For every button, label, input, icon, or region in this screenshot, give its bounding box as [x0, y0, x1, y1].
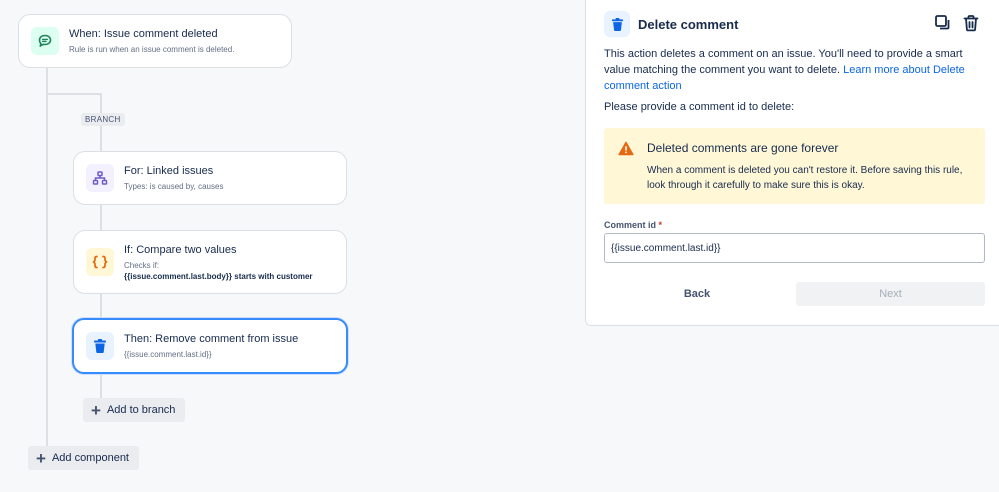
panel-prompt: Please provide a comment id to delete:	[604, 101, 795, 113]
next-button[interactable]: Next	[796, 282, 985, 306]
branch-subtitle: Types: is caused by, causes	[124, 182, 224, 191]
condition-detail: {{issue.comment.last.body}} starts with …	[124, 271, 313, 281]
warning-body: When a comment is deleted you can't rest…	[647, 165, 963, 191]
delete-component-icon[interactable]	[961, 13, 981, 33]
connector-branch-horizontal	[46, 93, 102, 95]
warning-title: Deleted comments are gone forever	[647, 141, 839, 155]
panel-actions	[933, 13, 981, 33]
plus-icon: +	[91, 400, 101, 420]
branch-label: BRANCH	[81, 113, 125, 126]
add-component-label: Add component	[51, 452, 129, 464]
trigger-title: When: Issue comment deleted	[69, 28, 218, 40]
curly-braces-icon	[86, 248, 114, 276]
duplicate-icon[interactable]	[933, 13, 953, 33]
add-to-branch-button[interactable]: + Add to branch	[83, 398, 186, 422]
add-component-button[interactable]: + Add component	[28, 446, 139, 470]
warning-icon	[618, 141, 634, 161]
branch-card[interactable]: For: Linked issues Types: is caused by, …	[73, 151, 347, 205]
warning-message: Deleted comments are gone forever When a…	[604, 128, 985, 204]
branch-title: For: Linked issues	[124, 165, 214, 177]
comment-icon	[31, 27, 59, 55]
condition-card[interactable]: If: Compare two values Checks if: {{issu…	[73, 230, 347, 294]
hierarchy-icon	[86, 164, 114, 192]
rule-canvas: BRANCH When: Issue comment deleted Rule …	[0, 0, 585, 492]
comment-id-label: Comment id *	[604, 220, 662, 230]
back-button[interactable]: Back	[609, 282, 785, 306]
plus-icon: +	[36, 448, 46, 468]
required-mark: *	[658, 220, 663, 230]
action-card[interactable]: Then: Remove comment from issue {{issue.…	[72, 318, 348, 374]
comment-id-label-text: Comment id	[604, 220, 657, 230]
condition-subtitle: Checks if:	[124, 260, 160, 270]
trash-icon	[86, 332, 114, 360]
connector-main	[46, 66, 48, 454]
panel-header: Delete comment	[604, 11, 738, 37]
action-title: Then: Remove comment from issue	[124, 333, 299, 345]
component-config-panel: Delete comment This action deletes a com…	[585, 0, 999, 326]
action-subtitle: {{issue.comment.last.id}}	[124, 350, 212, 359]
trigger-card[interactable]: When: Issue comment deleted Rule is run …	[18, 14, 292, 68]
condition-title: If: Compare two values	[124, 243, 237, 256]
trash-icon	[604, 11, 630, 37]
trigger-subtitle: Rule is run when an issue comment is del…	[69, 45, 235, 54]
panel-title: Delete comment	[638, 16, 739, 32]
add-to-branch-label: Add to branch	[106, 404, 176, 416]
comment-id-input[interactable]	[604, 233, 985, 263]
panel-description: This action deletes a comment on an issu…	[604, 46, 989, 94]
